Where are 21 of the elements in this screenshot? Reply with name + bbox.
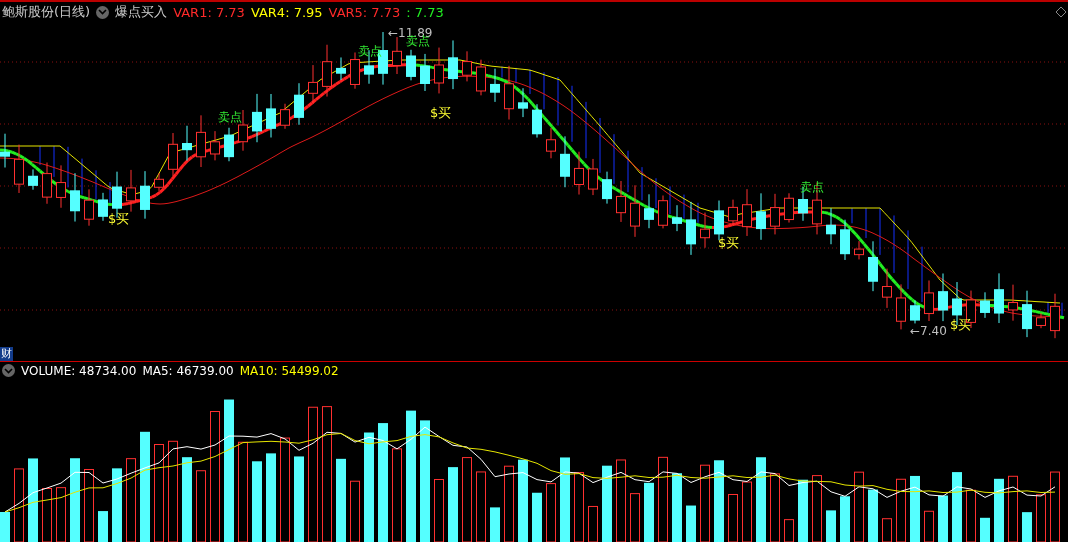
buy-signal-label: $买 [430,106,452,120]
stock-title: 鲍斯股份(日线) [2,3,91,21]
volume-value: MA5: 46739.00 [142,363,234,378]
diamond-icon[interactable] [1055,6,1067,18]
dropdown-icon[interactable] [96,5,110,19]
volume-value: VOLUME: 48734.00 [21,363,137,378]
buy-signal-label: $买 [950,318,972,332]
buy-signal-label: $买 [718,236,740,250]
indicator-name: 爆点买入 [115,3,168,21]
dropdown-icon[interactable] [2,364,15,377]
sell-signal-label: 卖点 [218,110,242,124]
indicator-value: : 7.73 [406,4,444,20]
volume-value: MA10: 54499.02 [239,363,339,378]
price-label: ←7.40 [910,324,947,338]
indicator-value: VAR5: 7.73 [328,4,401,20]
indicator-value: VAR4: 7.95 [250,4,323,20]
buy-signal-label: $买 [108,212,130,226]
sell-signal-label: 卖点 [358,44,382,58]
indicator-value: VAR1: 7.73 [173,4,245,20]
side-tab[interactable]: 财 [0,347,13,361]
sell-signal-label: 卖点 [800,180,824,194]
